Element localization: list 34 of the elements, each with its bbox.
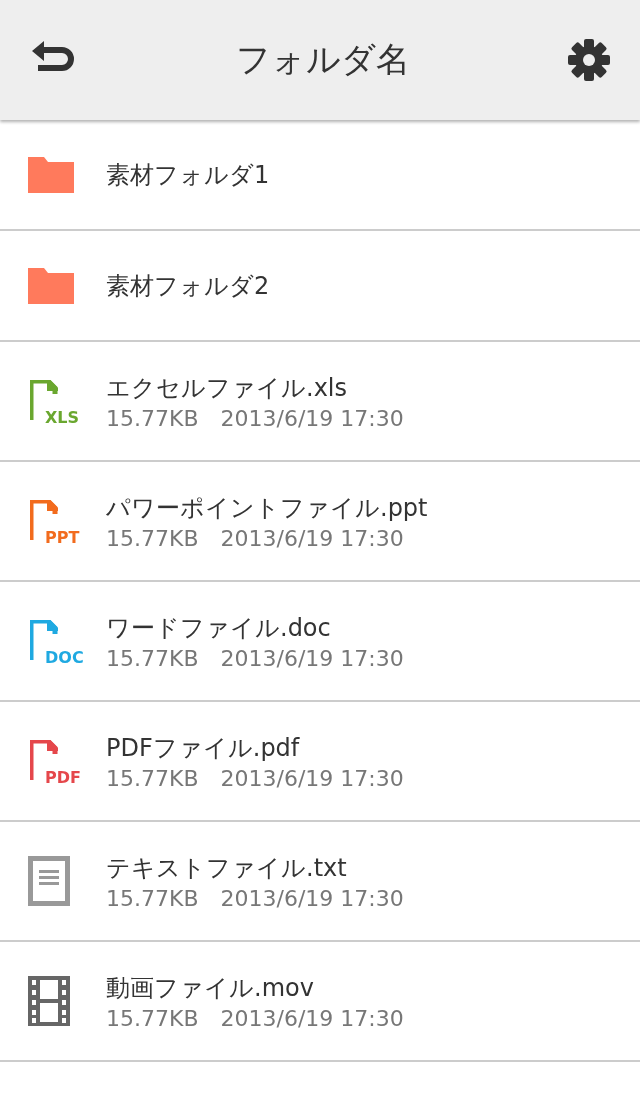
file-row[interactable]: テキストファイル.txt 15.77KB 2013/6/19 17:30	[0, 822, 640, 942]
modified-date: 2013/6/19 17:30	[220, 1005, 404, 1031]
file-row[interactable]: 素材フォルダ2	[0, 231, 640, 342]
file-size: 15.77KB	[106, 765, 199, 791]
file-name: PDFファイル.pdf	[106, 732, 301, 764]
modified-date: 2013/6/19 17:30	[220, 885, 404, 911]
file-name: 動画ファイル.mov	[106, 972, 315, 1004]
file-row[interactable]: XLS エクセルファイル.xls 15.77KB 2013/6/19 17:30	[0, 342, 640, 462]
modified-date: 2013/6/19 17:30	[220, 645, 404, 671]
file-name: テキストファイル.txt	[106, 852, 348, 884]
modified-date: 2013/6/19 17:30	[220, 405, 404, 431]
file-size: 15.77KB	[106, 885, 199, 911]
file-row[interactable]: 動画ファイル.mov 15.77KB 2013/6/19 17:30	[0, 942, 640, 1062]
file-name: 素材フォルダ1	[106, 159, 270, 191]
screen-title: フォルダ名	[236, 38, 410, 81]
folder-icon	[28, 267, 74, 304]
file-size: 15.77KB	[106, 1005, 199, 1031]
folder-icon	[28, 156, 74, 193]
file-row[interactable]: PPT パワーポイントファイル.ppt 15.77KB 2013/6/19 17:30	[0, 462, 640, 582]
text-document-icon	[28, 856, 70, 906]
settings-icon[interactable]	[568, 39, 610, 81]
file-name: エクセルファイル.xls	[106, 372, 348, 404]
file-name: 素材フォルダ2	[106, 270, 270, 302]
modified-date: 2013/6/19 17:30	[220, 525, 404, 551]
file-size: 15.77KB	[106, 405, 199, 431]
file-size: 15.77KB	[106, 525, 199, 551]
file-row[interactable]: DOC ワードファイル.doc 15.77KB 2013/6/19 17:30	[0, 582, 640, 702]
film-icon	[28, 976, 70, 1026]
file-name: ワードファイル.doc	[106, 612, 332, 644]
file-row[interactable]: 素材フォルダ1	[0, 120, 640, 231]
file-row[interactable]: PDF PDFファイル.pdf 15.77KB 2013/6/19 17:30	[0, 702, 640, 822]
file-name: パワーポイントファイル.ppt	[106, 492, 428, 524]
modified-date: 2013/6/19 17:30	[220, 765, 404, 791]
file-size: 15.77KB	[106, 645, 199, 671]
